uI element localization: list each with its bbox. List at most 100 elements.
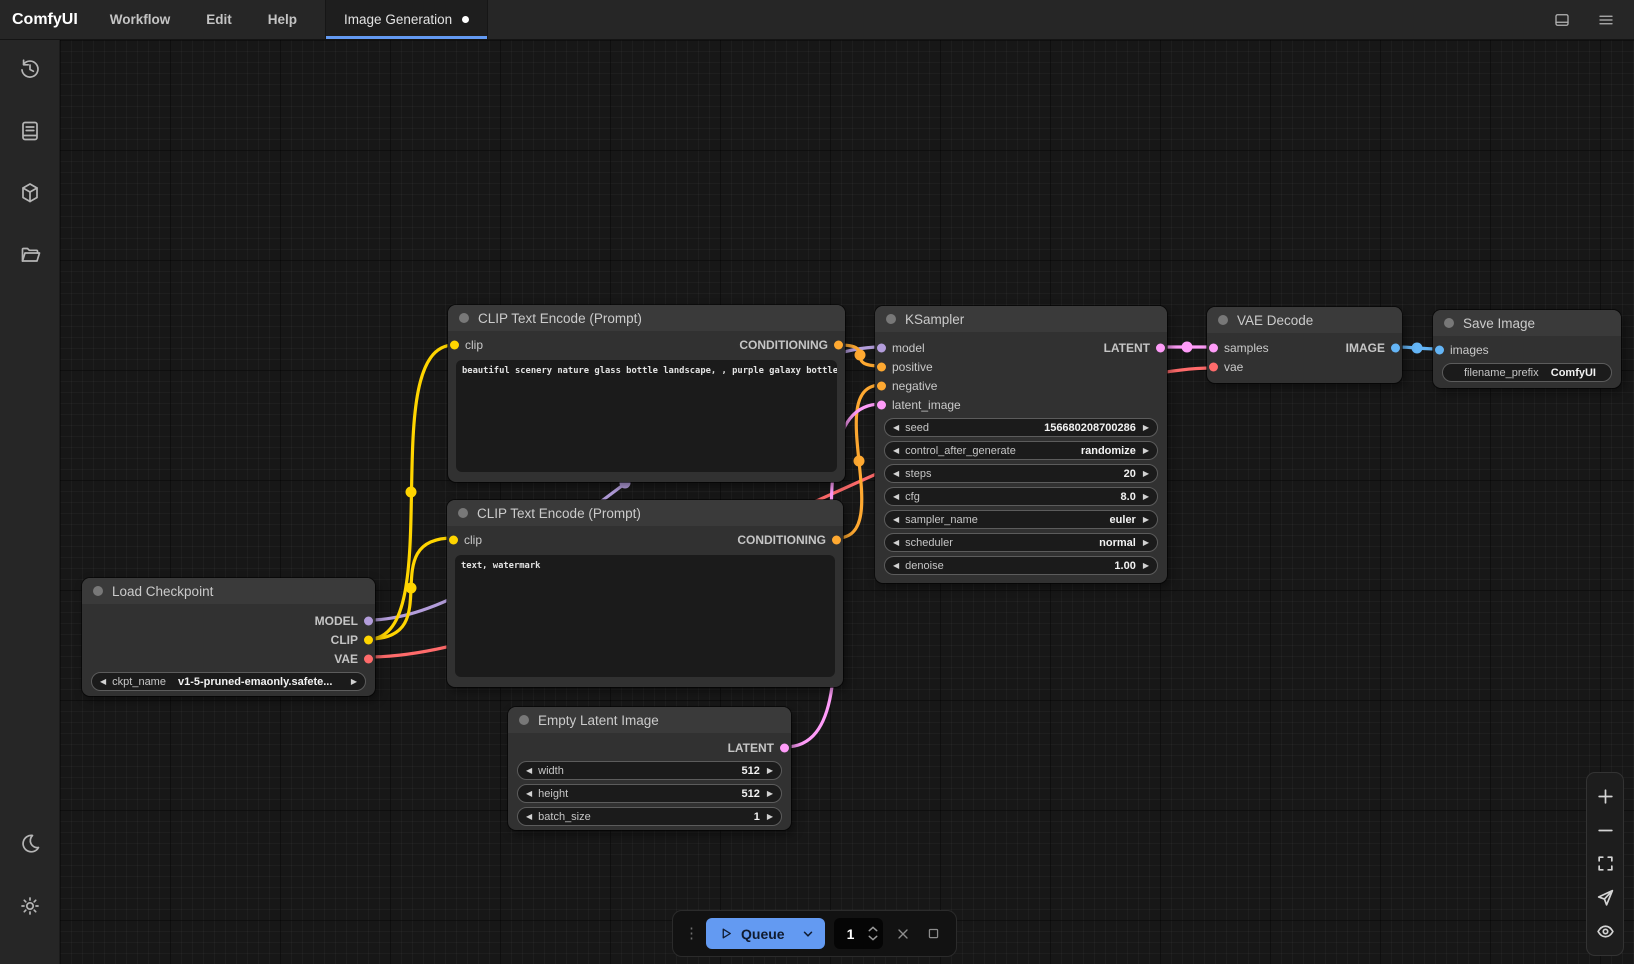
next-value-icon[interactable]: ▶ (1143, 561, 1149, 570)
control-after-generate-widget[interactable]: ◀ control_after_generate randomize ▶ (884, 441, 1158, 460)
input-slot-clip[interactable] (449, 535, 458, 544)
batch-count-input[interactable]: 1 (834, 918, 883, 949)
input-slot-latent-image[interactable] (877, 400, 886, 409)
input-slot-clip[interactable] (450, 340, 459, 349)
workflows-icon[interactable] (17, 242, 43, 268)
queue-history-icon[interactable] (17, 56, 43, 82)
width-widget[interactable]: ◀ width 512 ▶ (517, 761, 782, 780)
model-library-icon[interactable] (17, 180, 43, 206)
theme-toggle-icon[interactable] (17, 831, 43, 857)
prompt-textarea[interactable]: beautiful scenery nature glass bottle la… (456, 360, 837, 472)
ckpt-name-widget[interactable]: ◀ ckpt_name v1-5-pruned-emaonly.safete..… (91, 672, 366, 691)
stop-icon[interactable] (923, 923, 945, 945)
menu-workflow[interactable]: Workflow (92, 12, 189, 27)
prev-value-icon[interactable]: ◀ (526, 789, 532, 798)
output-slot-image[interactable] (1391, 343, 1400, 352)
node-collapse-dot[interactable] (1218, 315, 1228, 325)
prev-value-icon[interactable]: ◀ (893, 492, 899, 501)
node-collapse-dot[interactable] (458, 508, 468, 518)
next-value-icon[interactable]: ▶ (1143, 492, 1149, 501)
next-value-icon[interactable]: ▶ (351, 677, 357, 686)
zoom-in-icon[interactable] (1595, 787, 1615, 807)
output-slot-latent[interactable] (1156, 343, 1165, 352)
node-clip-text-encode-positive[interactable]: CLIP Text Encode (Prompt) clip CONDITION… (448, 305, 845, 482)
drag-handle-icon[interactable]: ⋮ (684, 929, 697, 939)
node-collapse-dot[interactable] (1444, 318, 1454, 328)
output-slot-clip[interactable] (364, 635, 373, 644)
prev-value-icon[interactable]: ◀ (893, 469, 899, 478)
prev-value-icon[interactable]: ◀ (893, 446, 899, 455)
menu-edit[interactable]: Edit (188, 12, 250, 27)
scheduler-widget[interactable]: ◀ scheduler normal ▶ (884, 533, 1158, 552)
cfg-widget[interactable]: ◀ cfg 8.0 ▶ (884, 487, 1158, 506)
next-value-icon[interactable]: ▶ (1143, 538, 1149, 547)
node-clip-text-encode-negative[interactable]: CLIP Text Encode (Prompt) clip CONDITION… (447, 500, 843, 687)
next-value-icon[interactable]: ▶ (1143, 515, 1149, 524)
prev-value-icon[interactable]: ◀ (893, 538, 899, 547)
menu-icon[interactable] (1596, 10, 1616, 30)
node-header[interactable]: CLIP Text Encode (Prompt) (447, 500, 843, 526)
denoise-widget[interactable]: ◀ denoise 1.00 ▶ (884, 556, 1158, 575)
node-header[interactable]: KSampler (875, 306, 1167, 332)
prev-value-icon[interactable]: ◀ (526, 812, 532, 821)
output-slot-conditioning[interactable] (834, 340, 843, 349)
queue-button[interactable]: Queue (706, 918, 799, 949)
node-collapse-dot[interactable] (93, 586, 103, 596)
node-ksampler[interactable]: KSampler model LATENT positive negative … (875, 306, 1167, 583)
node-load-checkpoint[interactable]: Load Checkpoint MODEL CLIP VAE ◀ ckpt_na… (82, 578, 375, 696)
output-slot-latent[interactable] (780, 743, 789, 752)
sampler-name-widget[interactable]: ◀ sampler_name euler ▶ (884, 510, 1158, 529)
output-slot-vae[interactable] (364, 654, 373, 663)
settings-icon[interactable] (17, 893, 43, 919)
fit-view-icon[interactable] (1595, 854, 1615, 874)
prev-value-icon[interactable]: ◀ (526, 766, 532, 775)
next-value-icon[interactable]: ▶ (1143, 423, 1149, 432)
queue-options-button[interactable] (799, 918, 825, 949)
node-vae-decode[interactable]: VAE Decode samples IMAGE vae (1207, 307, 1402, 383)
select-mode-icon[interactable] (1595, 888, 1615, 908)
stepper-up-icon[interactable] (868, 926, 878, 932)
node-graph-canvas[interactable] (60, 40, 1634, 964)
clear-queue-icon[interactable] (892, 923, 914, 945)
input-slot-positive[interactable] (877, 362, 886, 371)
steps-widget[interactable]: ◀ steps 20 ▶ (884, 464, 1158, 483)
tab-image-generation[interactable]: Image Generation (326, 0, 488, 39)
node-save-image[interactable]: Save Image images filename_prefix ComfyU… (1433, 310, 1621, 388)
next-value-icon[interactable]: ▶ (1143, 469, 1149, 478)
next-value-icon[interactable]: ▶ (767, 812, 773, 821)
stepper-down-icon[interactable] (868, 935, 878, 941)
node-header[interactable]: Save Image (1433, 310, 1621, 336)
bottom-panel-toggle-icon[interactable] (1552, 10, 1572, 30)
input-slot-negative[interactable] (877, 381, 886, 390)
node-header[interactable]: Empty Latent Image (508, 707, 791, 733)
height-widget[interactable]: ◀ height 512 ▶ (517, 784, 782, 803)
prev-value-icon[interactable]: ◀ (893, 515, 899, 524)
node-library-icon[interactable] (17, 118, 43, 144)
zoom-out-icon[interactable] (1595, 820, 1615, 840)
input-slot-samples[interactable] (1209, 343, 1218, 352)
node-header[interactable]: VAE Decode (1207, 307, 1402, 333)
node-header[interactable]: Load Checkpoint (82, 578, 375, 604)
menu-help[interactable]: Help (250, 12, 315, 27)
prev-value-icon[interactable]: ◀ (893, 423, 899, 432)
batch-size-widget[interactable]: ◀ batch_size 1 ▶ (517, 807, 782, 826)
input-slot-vae[interactable] (1209, 362, 1218, 371)
node-header[interactable]: CLIP Text Encode (Prompt) (448, 305, 845, 331)
next-value-icon[interactable]: ▶ (767, 766, 773, 775)
next-value-icon[interactable]: ▶ (1143, 446, 1149, 455)
prev-value-icon[interactable]: ◀ (100, 677, 106, 686)
node-collapse-dot[interactable] (459, 313, 469, 323)
node-collapse-dot[interactable] (519, 715, 529, 725)
output-slot-model[interactable] (364, 616, 373, 625)
output-slot-conditioning[interactable] (832, 535, 841, 544)
input-slot-images[interactable] (1435, 345, 1444, 354)
node-collapse-dot[interactable] (886, 314, 896, 324)
app-logo[interactable]: ComfyUI (0, 11, 92, 29)
toggle-link-visibility-icon[interactable] (1595, 921, 1615, 941)
prompt-textarea[interactable]: text, watermark (455, 555, 835, 677)
filename-prefix-widget[interactable]: filename_prefix ComfyUI (1442, 363, 1612, 382)
input-slot-model[interactable] (877, 343, 886, 352)
next-value-icon[interactable]: ▶ (767, 789, 773, 798)
prev-value-icon[interactable]: ◀ (893, 561, 899, 570)
node-empty-latent-image[interactable]: Empty Latent Image LATENT ◀ width 512 ▶ … (508, 707, 791, 830)
